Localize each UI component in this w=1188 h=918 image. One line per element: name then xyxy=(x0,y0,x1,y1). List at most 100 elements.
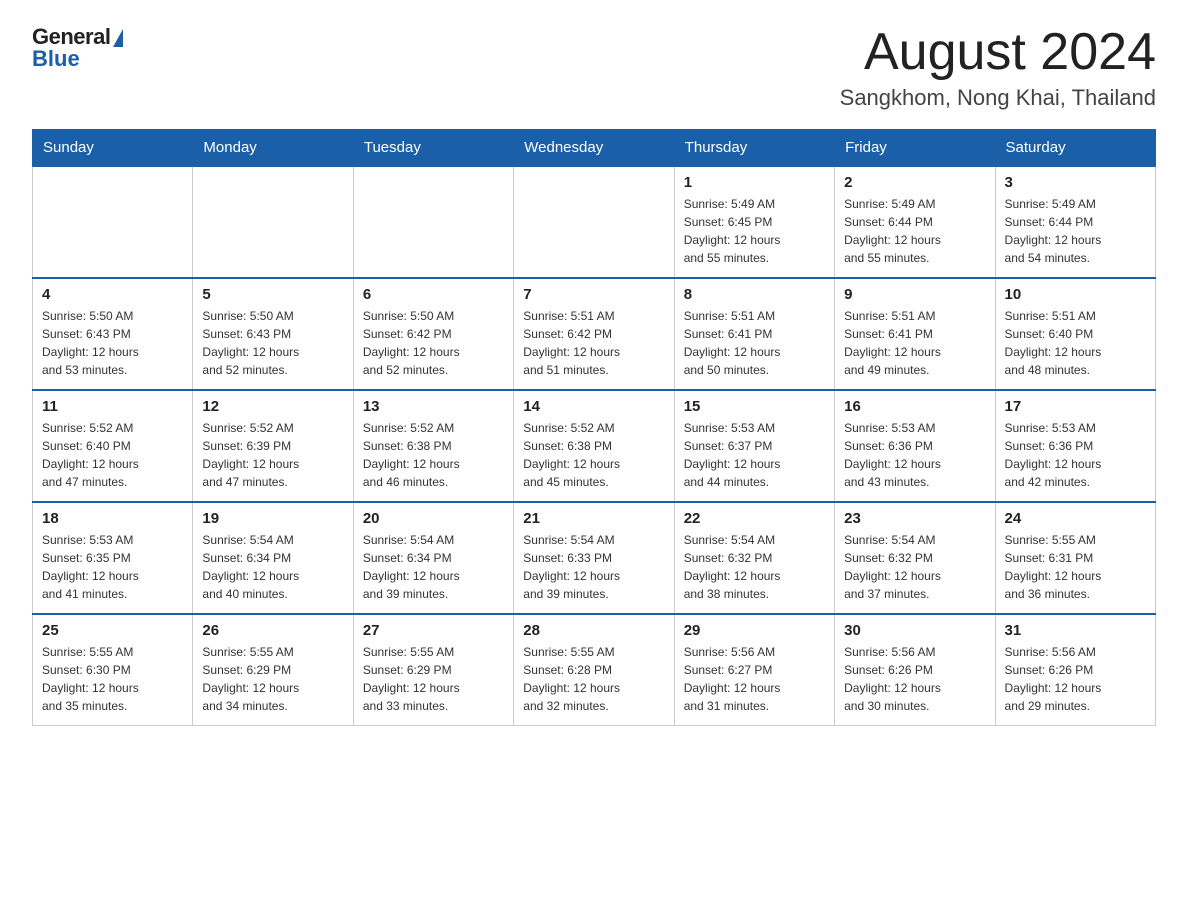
calendar-cell: 10 Sunrise: 5:51 AM Sunset: 6:40 PM Dayli… xyxy=(995,278,1155,390)
calendar-cell: 14 Sunrise: 5:52 AM Sunset: 6:38 PM Dayli… xyxy=(514,390,674,502)
calendar-cell xyxy=(514,166,674,278)
calendar-cell: 22Sunrise: 5:54 AM Sunset: 6:32 PM Dayli… xyxy=(674,502,834,614)
day-number: 17 xyxy=(1005,398,1146,415)
day-info: Sunrise: 5:55 AM Sunset: 6:29 PM Dayligh… xyxy=(202,643,343,715)
day-number: 9 xyxy=(844,286,985,303)
day-info: Sunrise: 5:51 AM Sunset: 6:41 PM Dayligh… xyxy=(844,307,985,379)
location-title: Sangkhom, Nong Khai, Thailand xyxy=(840,85,1156,111)
week-row-4: 18Sunrise: 5:53 AM Sunset: 6:35 PM Dayli… xyxy=(33,502,1156,614)
day-info: Sunrise: 5:55 AM Sunset: 6:29 PM Dayligh… xyxy=(363,643,504,715)
calendar-cell: 21 Sunrise: 5:54 AM Sunset: 6:33 PM Dayli… xyxy=(514,502,674,614)
day-number: 10 xyxy=(1005,286,1146,303)
calendar-header-tuesday: Tuesday xyxy=(353,130,513,167)
calendar-cell: 31Sunrise: 5:56 AM Sunset: 6:26 PM Dayli… xyxy=(995,614,1155,726)
day-info: Sunrise: 5:54 AM Sunset: 6:32 PM Dayligh… xyxy=(844,531,985,603)
week-row-1: 1Sunrise: 5:49 AM Sunset: 6:45 PM Daylig… xyxy=(33,166,1156,278)
calendar-cell: 19 Sunrise: 5:54 AM Sunset: 6:34 PM Dayli… xyxy=(193,502,353,614)
day-number: 31 xyxy=(1005,622,1146,639)
calendar-cell: 26 Sunrise: 5:55 AM Sunset: 6:29 PM Dayli… xyxy=(193,614,353,726)
day-info: Sunrise: 5:51 AM Sunset: 6:40 PM Dayligh… xyxy=(1005,307,1146,379)
day-number: 24 xyxy=(1005,510,1146,527)
calendar-cell: 5 Sunrise: 5:50 AM Sunset: 6:43 PM Daylig… xyxy=(193,278,353,390)
day-info: Sunrise: 5:55 AM Sunset: 6:28 PM Dayligh… xyxy=(523,643,664,715)
day-info: Sunrise: 5:53 AM Sunset: 6:36 PM Dayligh… xyxy=(1005,419,1146,491)
calendar-cell xyxy=(353,166,513,278)
calendar-header-friday: Friday xyxy=(835,130,995,167)
calendar-cell: 3Sunrise: 5:49 AM Sunset: 6:44 PM Daylig… xyxy=(995,166,1155,278)
day-number: 15 xyxy=(684,398,825,415)
day-info: Sunrise: 5:54 AM Sunset: 6:34 PM Dayligh… xyxy=(202,531,343,603)
calendar-header-saturday: Saturday xyxy=(995,130,1155,167)
calendar-table: SundayMondayTuesdayWednesdayThursdayFrid… xyxy=(32,129,1156,726)
calendar-header-wednesday: Wednesday xyxy=(514,130,674,167)
day-info: Sunrise: 5:51 AM Sunset: 6:41 PM Dayligh… xyxy=(684,307,825,379)
calendar-cell: 15 Sunrise: 5:53 AM Sunset: 6:37 PM Dayli… xyxy=(674,390,834,502)
calendar-cell: 25 Sunrise: 5:55 AM Sunset: 6:30 PM Dayli… xyxy=(33,614,193,726)
calendar-cell: 18Sunrise: 5:53 AM Sunset: 6:35 PM Dayli… xyxy=(33,502,193,614)
day-number: 2 xyxy=(844,174,985,191)
calendar-cell xyxy=(33,166,193,278)
week-row-5: 25 Sunrise: 5:55 AM Sunset: 6:30 PM Dayli… xyxy=(33,614,1156,726)
day-number: 16 xyxy=(844,398,985,415)
month-title: August 2024 xyxy=(840,24,1156,81)
day-number: 29 xyxy=(684,622,825,639)
day-info: Sunrise: 5:52 AM Sunset: 6:38 PM Dayligh… xyxy=(363,419,504,491)
day-info: Sunrise: 5:49 AM Sunset: 6:44 PM Dayligh… xyxy=(844,195,985,267)
calendar-cell: 8Sunrise: 5:51 AM Sunset: 6:41 PM Daylig… xyxy=(674,278,834,390)
day-number: 21 xyxy=(523,510,664,527)
calendar-header-thursday: Thursday xyxy=(674,130,834,167)
day-info: Sunrise: 5:56 AM Sunset: 6:27 PM Dayligh… xyxy=(684,643,825,715)
day-info: Sunrise: 5:54 AM Sunset: 6:34 PM Dayligh… xyxy=(363,531,504,603)
calendar-cell: 16Sunrise: 5:53 AM Sunset: 6:36 PM Dayli… xyxy=(835,390,995,502)
logo-triangle-icon xyxy=(113,29,123,47)
page-header: General Blue August 2024 Sangkhom, Nong … xyxy=(32,24,1156,111)
day-info: Sunrise: 5:55 AM Sunset: 6:31 PM Dayligh… xyxy=(1005,531,1146,603)
day-number: 6 xyxy=(363,286,504,303)
day-info: Sunrise: 5:50 AM Sunset: 6:43 PM Dayligh… xyxy=(202,307,343,379)
day-number: 25 xyxy=(42,622,183,639)
day-number: 18 xyxy=(42,510,183,527)
calendar-cell: 9 Sunrise: 5:51 AM Sunset: 6:41 PM Daylig… xyxy=(835,278,995,390)
calendar-cell: 17 Sunrise: 5:53 AM Sunset: 6:36 PM Dayli… xyxy=(995,390,1155,502)
day-info: Sunrise: 5:53 AM Sunset: 6:37 PM Dayligh… xyxy=(684,419,825,491)
calendar-header-monday: Monday xyxy=(193,130,353,167)
calendar-cell: 29 Sunrise: 5:56 AM Sunset: 6:27 PM Dayli… xyxy=(674,614,834,726)
day-number: 3 xyxy=(1005,174,1146,191)
day-info: Sunrise: 5:54 AM Sunset: 6:33 PM Dayligh… xyxy=(523,531,664,603)
day-number: 27 xyxy=(363,622,504,639)
day-number: 5 xyxy=(202,286,343,303)
calendar-header-sunday: Sunday xyxy=(33,130,193,167)
calendar-cell: 28 Sunrise: 5:55 AM Sunset: 6:28 PM Dayli… xyxy=(514,614,674,726)
week-row-2: 4 Sunrise: 5:50 AM Sunset: 6:43 PM Daylig… xyxy=(33,278,1156,390)
calendar-cell xyxy=(193,166,353,278)
day-number: 19 xyxy=(202,510,343,527)
day-info: Sunrise: 5:50 AM Sunset: 6:42 PM Dayligh… xyxy=(363,307,504,379)
day-number: 12 xyxy=(202,398,343,415)
day-info: Sunrise: 5:52 AM Sunset: 6:40 PM Dayligh… xyxy=(42,419,183,491)
day-info: Sunrise: 5:56 AM Sunset: 6:26 PM Dayligh… xyxy=(844,643,985,715)
day-info: Sunrise: 5:50 AM Sunset: 6:43 PM Dayligh… xyxy=(42,307,183,379)
week-row-3: 11 Sunrise: 5:52 AM Sunset: 6:40 PM Dayli… xyxy=(33,390,1156,502)
day-number: 28 xyxy=(523,622,664,639)
day-number: 4 xyxy=(42,286,183,303)
calendar-cell: 12 Sunrise: 5:52 AM Sunset: 6:39 PM Dayli… xyxy=(193,390,353,502)
day-number: 26 xyxy=(202,622,343,639)
day-number: 1 xyxy=(684,174,825,191)
day-number: 23 xyxy=(844,510,985,527)
day-number: 30 xyxy=(844,622,985,639)
calendar-cell: 24 Sunrise: 5:55 AM Sunset: 6:31 PM Dayli… xyxy=(995,502,1155,614)
day-info: Sunrise: 5:55 AM Sunset: 6:30 PM Dayligh… xyxy=(42,643,183,715)
day-number: 14 xyxy=(523,398,664,415)
calendar-cell: 27 Sunrise: 5:55 AM Sunset: 6:29 PM Dayli… xyxy=(353,614,513,726)
calendar-cell: 13 Sunrise: 5:52 AM Sunset: 6:38 PM Dayli… xyxy=(353,390,513,502)
calendar-header-row: SundayMondayTuesdayWednesdayThursdayFrid… xyxy=(33,130,1156,167)
day-number: 13 xyxy=(363,398,504,415)
calendar-cell: 23 Sunrise: 5:54 AM Sunset: 6:32 PM Dayli… xyxy=(835,502,995,614)
calendar-cell: 20Sunrise: 5:54 AM Sunset: 6:34 PM Dayli… xyxy=(353,502,513,614)
day-number: 11 xyxy=(42,398,183,415)
calendar-cell: 30 Sunrise: 5:56 AM Sunset: 6:26 PM Dayli… xyxy=(835,614,995,726)
day-info: Sunrise: 5:52 AM Sunset: 6:39 PM Dayligh… xyxy=(202,419,343,491)
day-info: Sunrise: 5:52 AM Sunset: 6:38 PM Dayligh… xyxy=(523,419,664,491)
calendar-cell: 11 Sunrise: 5:52 AM Sunset: 6:40 PM Dayli… xyxy=(33,390,193,502)
title-area: August 2024 Sangkhom, Nong Khai, Thailan… xyxy=(840,24,1156,111)
